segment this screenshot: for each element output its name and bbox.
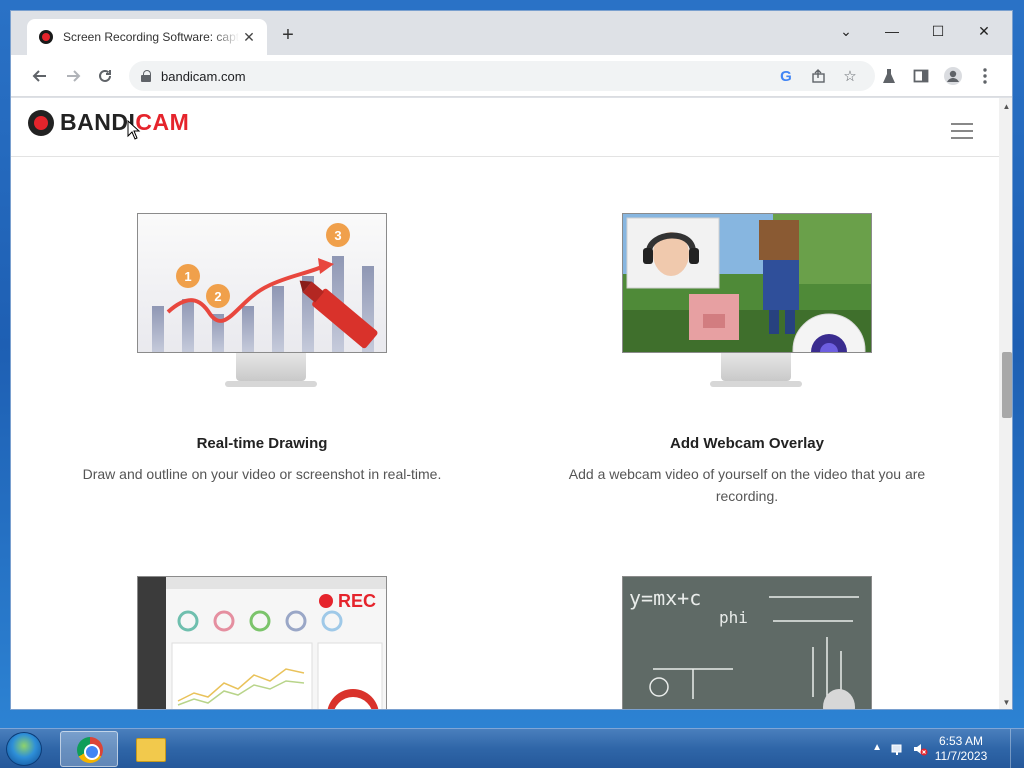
extensions-flask-icon[interactable] bbox=[877, 64, 901, 88]
windows-taskbar: ▲ 6:53 AM 11/7/2023 bbox=[0, 728, 1024, 768]
logo-text: BANDICAM bbox=[60, 109, 190, 135]
show-desktop-button[interactable] bbox=[1010, 729, 1024, 768]
site-header: BANDICAM bbox=[11, 98, 999, 157]
new-tab-button[interactable]: + bbox=[277, 25, 299, 47]
step-badge-1: 1 bbox=[184, 269, 191, 284]
reload-icon[interactable] bbox=[93, 64, 117, 88]
browser-tab[interactable]: Screen Recording Software: capture ✕ bbox=[27, 19, 267, 55]
address-bar[interactable]: bandicam.com G ☆ bbox=[129, 61, 875, 91]
taskbar-explorer-button[interactable] bbox=[122, 731, 180, 767]
taskbar-clock[interactable]: 6:53 AM 11/7/2023 bbox=[926, 734, 996, 764]
minimize-button[interactable]: — bbox=[869, 17, 915, 45]
back-arrow-icon[interactable] bbox=[28, 64, 52, 88]
scheduled-recording-image: REC 12 bbox=[137, 576, 387, 709]
maximize-button[interactable]: ☐ bbox=[915, 17, 961, 45]
monitor-base bbox=[225, 381, 317, 387]
profile-avatar-icon[interactable] bbox=[941, 64, 965, 88]
scroll-down-icon[interactable]: ▼ bbox=[1002, 698, 1011, 707]
step-badge-2: 2 bbox=[214, 289, 221, 304]
side-panel-icon[interactable] bbox=[909, 64, 933, 88]
hamburger-menu-icon[interactable] bbox=[951, 123, 973, 141]
clock-date: 11/7/2023 bbox=[934, 749, 988, 763]
real-time-drawing-image: 1 2 3 bbox=[137, 213, 387, 353]
step-badge-3: 3 bbox=[334, 228, 341, 243]
feature-desc-real-time-drawing: Draw and outline on your video or screen… bbox=[82, 466, 442, 482]
tab-search-chevron-down-icon[interactable]: ⌄ bbox=[823, 17, 869, 45]
close-window-button[interactable]: ✕ bbox=[961, 17, 1007, 45]
monitor-stand bbox=[236, 353, 306, 381]
google-translate-icon[interactable]: G bbox=[775, 65, 797, 87]
chalk-formula: y=mx+c bbox=[629, 586, 701, 610]
browser-toolbar: bandicam.com G ☆ bbox=[11, 55, 1012, 97]
scroll-thumb[interactable] bbox=[1002, 352, 1012, 418]
rec-label: REC bbox=[338, 591, 376, 611]
page-scrollbar[interactable]: ▲ ▼ bbox=[999, 98, 1012, 709]
browser-window: Screen Recording Software: capture ✕ + ⌄… bbox=[10, 10, 1013, 710]
bookmark-star-icon[interactable]: ☆ bbox=[839, 65, 861, 87]
bandicam-logo-mark-icon bbox=[28, 109, 54, 136]
more-menu-icon[interactable] bbox=[973, 64, 997, 88]
scroll-up-icon[interactable]: ▲ bbox=[1002, 102, 1011, 111]
mouse-pointer-icon bbox=[127, 120, 141, 140]
monitor-stand bbox=[721, 353, 791, 381]
forward-arrow-icon[interactable] bbox=[61, 64, 85, 88]
start-button[interactable] bbox=[6, 732, 42, 766]
bandicam-logo[interactable]: BANDICAM bbox=[28, 109, 189, 136]
tab-strip: Screen Recording Software: capture ✕ + ⌄… bbox=[11, 11, 1012, 55]
clock-time: 6:53 AM bbox=[938, 734, 984, 748]
network-icon[interactable] bbox=[890, 741, 906, 757]
chrome-icon bbox=[77, 737, 103, 763]
folder-icon bbox=[136, 738, 166, 762]
webcam-overlay-image bbox=[622, 213, 872, 353]
feature-desc-webcam-overlay: Add a webcam video of yourself on the vi… bbox=[568, 466, 926, 504]
chalkboard-image: y=mx+c phi bbox=[622, 576, 872, 709]
close-tab-icon[interactable]: ✕ bbox=[241, 29, 257, 46]
feature-title-real-time-drawing: Real-time Drawing bbox=[196, 435, 328, 452]
url-text[interactable]: bandicam.com bbox=[161, 69, 246, 84]
bandicam-favicon-icon bbox=[39, 30, 53, 44]
show-hidden-icons-chevron-up-icon[interactable]: ▲ bbox=[872, 742, 882, 753]
chalk-word: phi bbox=[719, 608, 748, 627]
page-viewport: BANDICAM 1 2 3 Real-time Drawing Draw an… bbox=[11, 98, 999, 709]
tab-title: Screen Recording Software: capture bbox=[63, 30, 239, 44]
taskbar-chrome-button[interactable] bbox=[60, 731, 118, 767]
lock-icon[interactable] bbox=[141, 70, 151, 82]
monitor-base bbox=[710, 381, 802, 387]
share-icon[interactable] bbox=[807, 65, 829, 87]
feature-title-webcam-overlay: Add Webcam Overlay bbox=[670, 435, 824, 452]
